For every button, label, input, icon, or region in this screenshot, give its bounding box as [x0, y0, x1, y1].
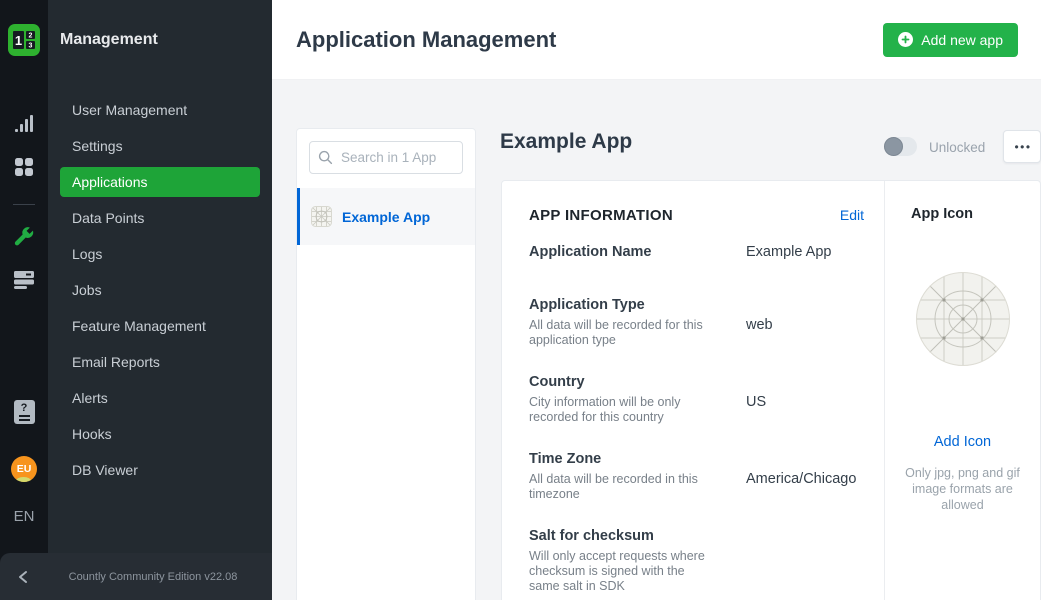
plus-circle-icon: [898, 32, 913, 47]
field-label: Application Name: [529, 244, 746, 261]
app-detail-title: Example App: [500, 130, 632, 154]
language-label: EN: [14, 508, 35, 525]
data-manager-nav[interactable]: [0, 270, 48, 290]
app-icon-title: App Icon: [911, 206, 1040, 222]
app-list-panel: Example App: [296, 128, 476, 600]
add-icon-link[interactable]: Add Icon: [885, 434, 1040, 450]
page-header: Application Management Add new app: [272, 0, 1041, 80]
user-avatar-button[interactable]: EU: [0, 456, 48, 482]
toggle-knob: [884, 137, 903, 156]
icon-format-hint: Only jpg, png and gif image formats are …: [893, 465, 1033, 513]
field-value: America/Chicago: [746, 451, 864, 502]
sidebar-item-email-reports[interactable]: Email Reports: [60, 344, 260, 380]
app-icon-section: App Icon: [885, 181, 1040, 600]
sidebar-item-settings[interactable]: Settings: [60, 128, 260, 164]
sidebar-item-alerts[interactable]: Alerts: [60, 380, 260, 416]
add-new-app-label: Add new app: [921, 32, 1003, 48]
svg-text:3: 3: [29, 43, 33, 50]
edition-version-label: Countly Community Edition v22.08: [48, 571, 272, 583]
app-information-card: APP INFORMATION Edit Application Name Ex…: [501, 180, 1041, 600]
field-description: All data will be recorded in this timezo…: [529, 472, 709, 502]
app-list-item-name: Example App: [342, 209, 430, 225]
field-time-zone: Time Zone All data will be recorded in t…: [529, 451, 864, 502]
more-options-button[interactable]: •••: [1003, 130, 1041, 163]
ellipsis-icon: •••: [1012, 140, 1031, 154]
countly-logo-icon: 1 2 3: [8, 24, 40, 56]
field-salt-for-checksum: Salt for checksum Will only accept reque…: [529, 528, 864, 594]
rail-divider: [13, 204, 35, 205]
analytics-nav[interactable]: [0, 114, 48, 134]
field-description: City information will be only recorded f…: [529, 395, 709, 425]
default-app-icon-large: [916, 272, 1010, 366]
lock-state-label: Unlocked: [929, 140, 985, 155]
sidebar-item-hooks[interactable]: Hooks: [60, 416, 260, 452]
sidebar-item-feature-management[interactable]: Feature Management: [60, 308, 260, 344]
section-title: APP INFORMATION: [529, 207, 673, 224]
wrench-icon: [13, 225, 35, 247]
collapse-sidebar-button[interactable]: [0, 570, 48, 584]
sidebar-item-logs[interactable]: Logs: [60, 236, 260, 272]
default-app-icon: [311, 206, 332, 227]
sidebar-item-jobs[interactable]: Jobs: [60, 272, 260, 308]
field-label: Country: [529, 374, 746, 391]
add-new-app-button[interactable]: Add new app: [883, 23, 1018, 57]
avatar-initials: EU: [17, 463, 32, 475]
app-list-item-selected[interactable]: Example App: [297, 188, 475, 245]
main-content: Example App Example App Unlocked ••• APP…: [272, 80, 1041, 600]
apps-nav[interactable]: [0, 157, 48, 177]
language-selector[interactable]: EN: [0, 508, 48, 525]
sidebar-item-data-points[interactable]: Data Points: [60, 200, 260, 236]
field-label: Salt for checksum: [529, 528, 746, 545]
apps-grid-icon: [14, 157, 34, 177]
search-icon: [318, 150, 333, 165]
field-application-type: Application Type All data will be record…: [529, 297, 864, 348]
sidebar-footer: Countly Community Edition v22.08: [0, 553, 272, 600]
app-window: 1 2 3: [0, 0, 1041, 600]
app-information-section: APP INFORMATION Edit Application Name Ex…: [502, 181, 885, 600]
field-label: Application Type: [529, 297, 746, 314]
field-value: Example App: [746, 244, 864, 261]
field-value: [746, 528, 864, 594]
field-value: US: [746, 374, 864, 425]
app-search: [309, 141, 463, 174]
sidebar-icon-rail: 1 2 3: [0, 0, 48, 600]
field-value: web: [746, 297, 864, 348]
sidebar-item-applications[interactable]: Applications: [60, 167, 260, 197]
lock-toggle[interactable]: [884, 137, 917, 156]
sidebar-item-user-management[interactable]: User Management: [60, 92, 260, 128]
app-icon-placeholder: [916, 272, 1010, 371]
svg-text:1: 1: [15, 33, 22, 48]
countly-logo[interactable]: 1 2 3: [0, 24, 48, 56]
management-nav-list: User Management Settings Applications Da…: [48, 92, 272, 488]
avatar: EU: [11, 456, 37, 482]
sidebar-item-db-viewer[interactable]: DB Viewer: [60, 452, 260, 488]
chevron-left-icon: [17, 570, 31, 584]
field-application-name: Application Name Example App: [529, 244, 864, 261]
field-label: Time Zone: [529, 451, 746, 468]
server-icon: [13, 270, 35, 290]
field-description: All data will be recorded for this appli…: [529, 318, 709, 348]
page-title: Application Management: [296, 27, 883, 53]
bar-chart-icon: [14, 114, 34, 134]
edit-link[interactable]: Edit: [840, 207, 864, 223]
help-button[interactable]: ?: [0, 400, 48, 424]
menu-title: Management: [60, 31, 158, 49]
field-country: Country City information will be only re…: [529, 374, 864, 425]
sidebar-menu-panel: Management User Management Settings Appl…: [48, 0, 272, 600]
help-icon: ?: [14, 400, 35, 424]
field-description: Will only accept requests where checksum…: [529, 549, 709, 594]
svg-text:2: 2: [29, 33, 33, 40]
management-nav-active[interactable]: [0, 225, 48, 247]
